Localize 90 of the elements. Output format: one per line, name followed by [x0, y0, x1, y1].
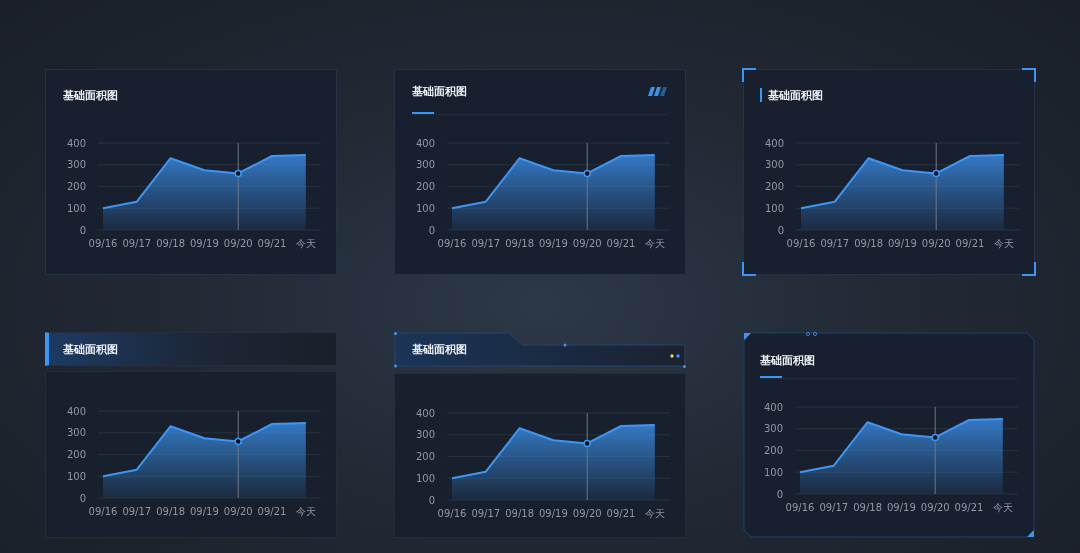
axis-label: 100 — [66, 470, 86, 482]
chart-title: 基础面积图 — [63, 341, 118, 357]
axis-label: 100 — [763, 466, 783, 478]
axis-label: 0 — [79, 224, 86, 236]
axis-label: 400 — [415, 137, 435, 149]
data-point — [234, 169, 242, 178]
axis-label: 09/17 — [820, 238, 850, 249]
corner-bracket — [1022, 262, 1036, 276]
axis-label: 0 — [777, 224, 784, 236]
axis-label: 100 — [66, 202, 86, 214]
chart-title: 基础面积图 — [768, 87, 823, 103]
corner-bracket — [742, 262, 756, 276]
axis-label: 今天 — [992, 502, 1013, 513]
data-point — [932, 169, 940, 178]
data-point — [234, 437, 242, 446]
data-point — [583, 169, 591, 178]
axis-label: 09/17 — [471, 507, 501, 519]
axis-label: 300 — [66, 159, 86, 171]
chart-title: 基础面积图 — [412, 83, 467, 99]
chart-title: 基础面积图 — [412, 342, 467, 358]
dots-icon — [670, 354, 680, 358]
axis-label: 200 — [415, 450, 435, 462]
axis-label: 09/18 — [156, 238, 185, 249]
axis-label: 200 — [415, 181, 435, 192]
axis-label: 100 — [415, 202, 435, 214]
axis-label: 09/20 — [572, 507, 602, 519]
axis-label: 09/18 — [854, 238, 883, 249]
axis-label: 200 — [66, 181, 86, 192]
axis-label: 09/20 — [921, 238, 951, 249]
axis-label: 400 — [763, 401, 783, 413]
chart-title: 基础面积图 — [760, 353, 815, 368]
axis-label: 今天 — [295, 506, 316, 517]
axis-label: 09/19 — [190, 238, 219, 249]
axis-label: 09/19 — [190, 506, 219, 517]
chart-title: 基础面积图 — [63, 87, 118, 103]
data-point — [583, 439, 591, 447]
axis-label: 09/19 — [888, 238, 917, 249]
axis-label: 300 — [763, 423, 783, 435]
axis-label: 400 — [764, 137, 784, 149]
axis-label: 09/21 — [955, 238, 985, 249]
axis-label: 09/16 — [437, 507, 467, 519]
axis-label: 09/19 — [887, 502, 916, 513]
axis-label: 09/17 — [122, 506, 152, 517]
axis-label: 09/18 — [505, 507, 534, 519]
axis-label: 今天 — [295, 238, 316, 249]
axis-label: 09/19 — [539, 238, 568, 249]
axis-label: 300 — [764, 159, 784, 171]
axis-label: 09/21 — [257, 238, 287, 249]
corner-bracket — [742, 68, 756, 82]
axis-label: 09/16 — [88, 506, 118, 517]
axis-label: 09/17 — [471, 238, 501, 249]
axis-label: 09/21 — [257, 506, 287, 517]
axis-label: 100 — [415, 472, 435, 484]
axis-label: 200 — [66, 449, 86, 460]
axis-label: 09/21 — [606, 238, 636, 249]
axis-label: 09/17 — [819, 502, 849, 513]
stripes-icon — [648, 86, 668, 96]
axis-label: 09/16 — [785, 502, 815, 513]
axis-label: 0 — [776, 488, 783, 500]
axis-label: 400 — [415, 407, 435, 419]
axis-label: 09/21 — [954, 502, 984, 513]
axis-label: 09/18 — [853, 502, 882, 513]
axis-label: 09/16 — [437, 238, 467, 249]
axis-label: 09/16 — [786, 238, 816, 249]
axis-label: 0 — [79, 492, 86, 504]
axis-label: 今天 — [644, 238, 665, 249]
axis-label: 300 — [415, 159, 435, 171]
axis-label: 0 — [428, 494, 435, 506]
axis-label: 300 — [66, 427, 86, 439]
axis-label: 100 — [764, 202, 784, 214]
axis-label: 09/20 — [223, 238, 253, 249]
axis-label: 300 — [415, 428, 435, 440]
axis-label: 400 — [66, 405, 86, 417]
axis-label: 09/18 — [156, 506, 185, 517]
axis-label: 200 — [764, 181, 784, 192]
axis-label: 今天 — [644, 507, 665, 519]
axis-label: 09/19 — [539, 507, 568, 519]
axis-label: 0 — [428, 224, 435, 236]
axis-label: 09/16 — [88, 238, 118, 249]
axis-label: 09/18 — [505, 238, 534, 249]
axis-label: 09/20 — [223, 506, 253, 517]
axis-label: 09/17 — [122, 238, 152, 249]
axis-label: 400 — [66, 137, 86, 149]
axis-label: 200 — [763, 445, 783, 456]
axis-label: 09/21 — [606, 507, 636, 519]
axis-label: 09/20 — [920, 502, 950, 513]
axis-label: 09/20 — [572, 238, 602, 249]
data-point — [931, 433, 939, 442]
corner-bracket — [1022, 68, 1036, 82]
axis-label: 今天 — [993, 238, 1014, 249]
